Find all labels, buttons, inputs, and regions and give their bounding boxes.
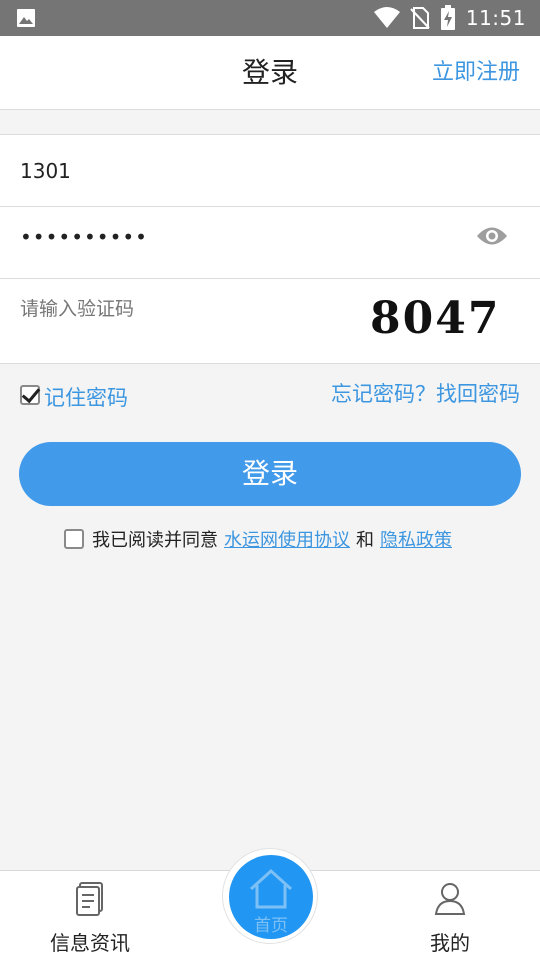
status-time: 11:51 xyxy=(465,6,526,30)
password-row xyxy=(0,207,540,279)
eye-icon[interactable] xyxy=(476,225,508,247)
document-icon xyxy=(76,882,103,916)
agreement-checkbox[interactable] xyxy=(64,529,84,549)
login-form: 8047 xyxy=(0,134,540,364)
status-bar: 11:51 xyxy=(0,0,540,36)
forgot-password-link[interactable]: 忘记密码？找回密码 xyxy=(331,378,520,408)
captcha-input[interactable] xyxy=(20,293,320,325)
password-input[interactable] xyxy=(20,219,440,255)
home-icon xyxy=(249,868,293,909)
username-row xyxy=(0,135,540,207)
register-link[interactable]: 立即注册 xyxy=(432,36,520,110)
image-icon xyxy=(17,9,35,27)
username-input[interactable] xyxy=(20,153,480,189)
no-sim-icon xyxy=(410,7,430,29)
terms-link[interactable]: 水运网使用协议 xyxy=(224,526,350,552)
remember-label[interactable]: 记住密码 xyxy=(44,382,128,412)
remember-password[interactable]: 记住密码 xyxy=(20,378,128,412)
tab-mine[interactable]: 我的 xyxy=(360,871,540,960)
captcha-image[interactable]: 8047 xyxy=(370,291,498,347)
agreement-and: 和 xyxy=(356,530,374,551)
tab-mine-label: 我的 xyxy=(430,931,470,955)
wifi-icon xyxy=(373,7,400,28)
remember-checkbox[interactable] xyxy=(20,385,40,405)
privacy-link[interactable]: 隐私政策 xyxy=(380,526,452,552)
home-button-ring: 首页 xyxy=(222,848,318,944)
agreement-prefix: 我已阅读并同意 xyxy=(92,530,218,551)
agreement-row: 我已阅读并同意 水运网使用协议 和 隐私政策 xyxy=(64,522,504,556)
tab-news-label: 信息资讯 xyxy=(50,931,130,955)
battery-charging-icon xyxy=(440,5,455,30)
tab-news[interactable]: 信息资讯 xyxy=(0,871,180,960)
tab-home[interactable]: 首页 xyxy=(229,855,313,939)
tab-home-label: 首页 xyxy=(254,916,288,936)
header: 登录 立即注册 xyxy=(0,36,540,110)
captcha-row: 8047 xyxy=(0,279,540,363)
login-options: 记住密码 忘记密码？找回密码 xyxy=(0,372,540,416)
status-icons: 11:51 xyxy=(373,0,526,36)
login-button[interactable]: 登录 xyxy=(19,442,521,506)
user-icon xyxy=(434,883,466,915)
